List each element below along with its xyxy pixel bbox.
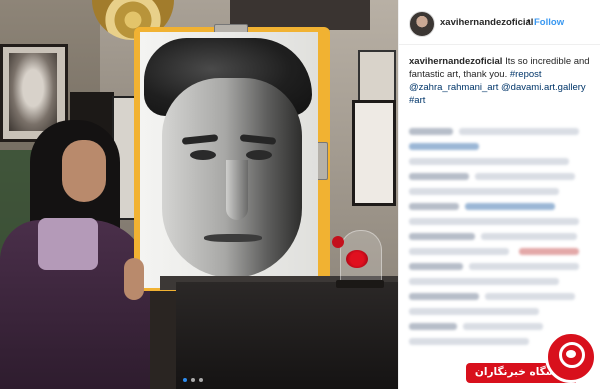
carousel-dot[interactable] [191,378,195,382]
portrait-eye [190,150,216,160]
caption-mention-zahra[interactable]: @zahra_rahmani_art [409,82,498,93]
blurred-comment [409,338,529,345]
blurred-comment [519,248,579,255]
woman-hand [124,258,144,300]
blurred-comment [465,203,555,210]
portrait-mouth [204,234,262,242]
header-username[interactable]: xavihernandezoficial [440,17,533,28]
wall-artwork [230,0,370,30]
woman-face [62,140,106,202]
caption-mention-gallery[interactable]: @davami.art.gallery [501,82,586,93]
framed-artwork [352,100,396,206]
carousel-indicator [183,378,203,382]
desk [176,282,398,389]
caption-hashtag-art[interactable]: #art [409,95,425,106]
post-caption: xavihernandezoficial Its so incredible a… [409,55,591,107]
blurred-comment [475,173,575,180]
blurred-comment [469,263,579,270]
blurred-comment [409,143,479,150]
blurred-comment [409,188,559,195]
blurred-comment [409,233,475,240]
blurred-comment [409,158,569,165]
blurred-comment [485,293,575,300]
carousel-dot[interactable] [183,378,187,382]
caption-hashtag-repost[interactable]: #repost [510,69,542,80]
rose [346,250,368,268]
follow-button[interactable]: Follow [534,17,564,28]
post-header: xavihernandezoficial • Follow [399,0,600,45]
framed-artwork [358,50,396,104]
blurred-comment [409,263,463,270]
blurred-comment [409,308,539,315]
blurred-comment [409,293,479,300]
blurred-comment [409,323,457,330]
blurred-comment [409,173,469,180]
woman-collar [38,218,98,270]
portrait-eye [246,150,272,160]
carousel-dot[interactable] [199,378,203,382]
pencil-portrait [140,32,318,288]
blurred-comment [409,128,453,135]
blurred-comment [459,128,579,135]
blurred-comment [463,323,543,330]
brand-logo-icon [559,342,585,368]
blurred-comment [409,203,459,210]
separator-dot: • [527,16,531,27]
blurred-comment [409,218,579,225]
blurred-comment [409,278,559,285]
caption-username[interactable]: xavihernandezoficial [409,56,502,67]
blurred-comment [409,248,509,255]
rose [332,236,344,248]
avatar[interactable] [409,11,435,37]
blurred-comment [481,233,577,240]
portrait-nose [226,160,248,220]
post-photo[interactable] [0,0,398,389]
dome-base [336,280,384,288]
